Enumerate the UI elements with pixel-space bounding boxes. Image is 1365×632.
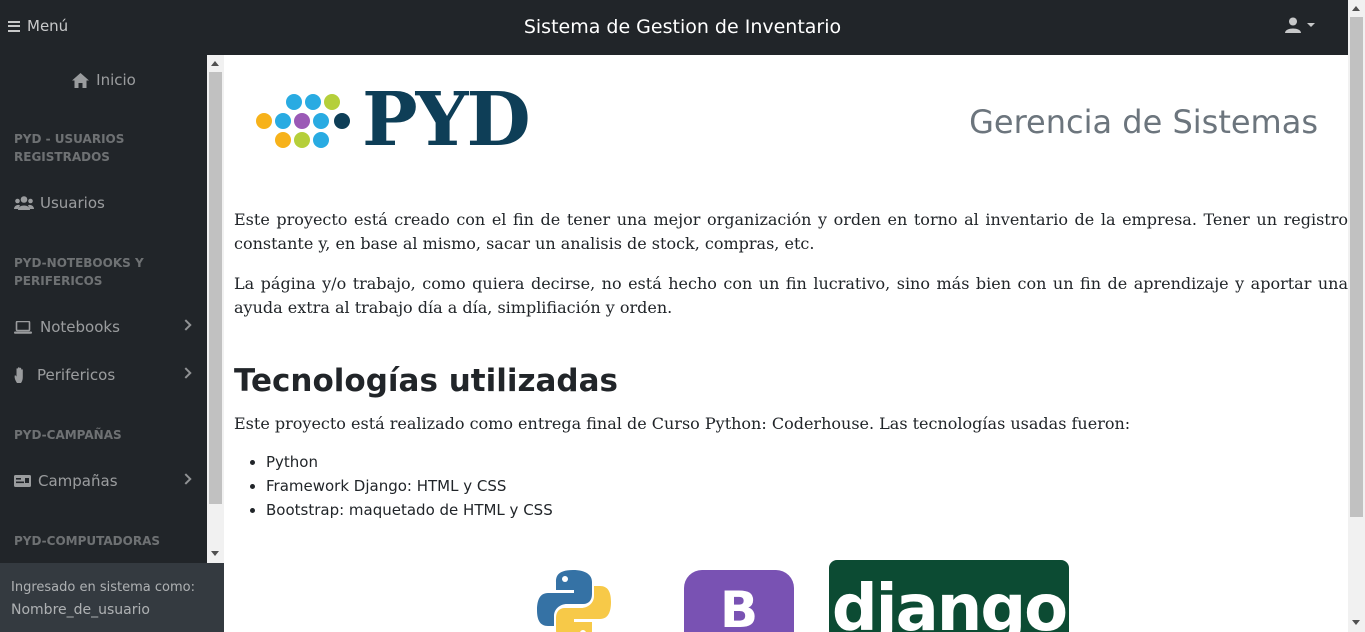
sidebar-menu: Inicio PYD - USUARIOS REGISTRADOS Usuari…	[0, 55, 207, 563]
company-logo: PYD	[252, 77, 531, 163]
sidebar-heading-notebooks: PYD-NOTEBOOKS Y PERIFERICOS	[14, 256, 144, 288]
chevron-right-icon	[180, 367, 192, 379]
sidebar: Inicio PYD - USUARIOS REGISTRADOS Usuari…	[0, 55, 224, 632]
tech-logos: B django	[534, 560, 1074, 632]
scroll-down-icon[interactable]	[1352, 620, 1360, 625]
sidebar-footer: Ingresado en sistema como: Nombre_de_usu…	[0, 563, 224, 632]
id-card-icon	[14, 475, 32, 487]
sidebar-item-label: Campañas	[38, 472, 118, 490]
users-icon	[14, 196, 34, 210]
sidebar-item-label: Perifericos	[37, 366, 116, 384]
sidebar-item-label: Notebooks	[40, 318, 120, 336]
sidebar-item-perifericos[interactable]: Perifericos	[14, 362, 194, 388]
purpose-paragraph: La página y/o trabajo, como quiera decir…	[234, 274, 1348, 317]
department-title: Gerencia de Sistemas	[969, 103, 1318, 141]
sidebar-item-notebooks[interactable]: Notebooks	[14, 314, 194, 340]
sidebar-heading-computadoras: PYD-COMPUTADORAS	[14, 534, 161, 548]
sidebar-item-label: Usuarios	[40, 194, 105, 212]
sidebar-item-label: Inicio	[96, 71, 136, 89]
main-content: PYD Gerencia de Sistemas Este proyecto e…	[224, 55, 1348, 632]
sidebar-heading-usuarios: PYD - USUARIOS REGISTRADOS	[14, 132, 125, 164]
sidebar-heading-campanas: PYD-CAMPAÑAS	[14, 428, 122, 442]
app-title: Sistema de Gestion de Inventario	[523, 16, 842, 38]
scroll-up-icon[interactable]	[1352, 6, 1360, 11]
home-icon	[72, 72, 90, 88]
logged-in-username: Nombre_de_usuario	[11, 602, 150, 618]
list-item: Bootstrap: maquetado de HTML y CSS	[266, 498, 553, 522]
hand-icon	[14, 367, 30, 383]
scroll-down-icon[interactable]	[211, 551, 219, 556]
user-icon	[1285, 17, 1301, 33]
page-scrollbar-thumb[interactable]	[1350, 17, 1363, 517]
chevron-down-icon	[1307, 23, 1315, 27]
tech-intro: Este proyecto está realizado como entreg…	[234, 414, 1131, 433]
sidebar-scrollbar-thumb[interactable]	[209, 72, 222, 504]
logged-in-label: Ingresado en sistema como:	[11, 580, 195, 595]
chevron-right-icon	[180, 319, 192, 331]
python-logo-icon	[537, 570, 611, 632]
intro-paragraph: Este proyecto está creado con el fin de …	[234, 210, 1348, 253]
sidebar-item-inicio[interactable]: Inicio	[14, 67, 194, 93]
bootstrap-logo: B	[684, 570, 794, 632]
logo-wordmark: PYD	[362, 77, 531, 163]
user-menu-button[interactable]	[1285, 17, 1315, 33]
tech-list: Python Framework Django: HTML y CSS Boot…	[266, 450, 553, 522]
sidebar-item-campanas[interactable]: Campañas	[14, 468, 194, 494]
chevron-right-icon	[180, 473, 192, 485]
top-navbar: Menú Sistema de Gestion de Inventario	[0, 0, 1365, 55]
sidebar-item-usuarios[interactable]: Usuarios	[14, 190, 194, 216]
dots-logo-icon	[256, 94, 350, 148]
tech-heading: Tecnologías utilizadas	[234, 363, 618, 399]
laptop-icon	[14, 320, 34, 334]
scroll-up-icon[interactable]	[211, 61, 219, 66]
django-logo: django	[829, 560, 1069, 632]
list-item: Framework Django: HTML y CSS	[266, 474, 553, 498]
list-item: Python	[266, 450, 553, 474]
